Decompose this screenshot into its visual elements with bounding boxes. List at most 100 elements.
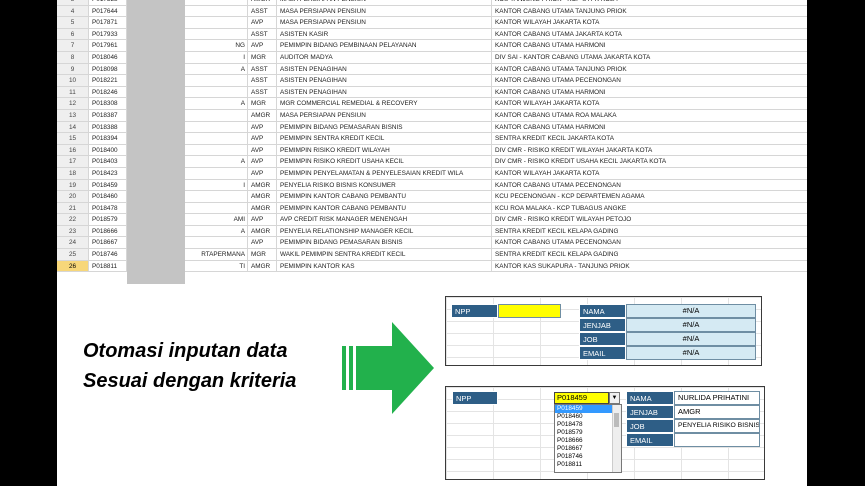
unit-cell[interactable]: KANTOR CABANG UTAMA ROA MALAKA [492, 110, 807, 122]
row-number[interactable]: 19 [57, 179, 89, 192]
npp-cell[interactable]: P018388 [89, 121, 127, 134]
row-number[interactable]: 20 [57, 191, 89, 203]
job-cell[interactable]: MGR COMMERCIAL REMEDIAL & RECOVERY [277, 98, 492, 110]
row-number[interactable]: 26 [57, 260, 89, 273]
job-cell[interactable]: ASISTEN KASIR [277, 28, 492, 41]
job-cell[interactable]: PEMIMPIN BIDANG PEMASARAN BISNIS [277, 237, 492, 250]
unit-cell[interactable]: DIV CMR - RISIKO KREDIT USAHA KECIL JAKA… [492, 156, 807, 168]
job-cell[interactable]: WAKIL PEMIMPIN SENTRA KREDIT KECIL [277, 249, 492, 261]
unit-cell[interactable]: KANTOR CABANG UTAMA TANJUNG PRIOK [492, 64, 807, 76]
unit-cell[interactable]: SENTRA KREDIT KECIL KELAPA GADING [492, 249, 807, 261]
unit-cell[interactable]: KANTOR KAS SUKAPURA - TANJUNG PRIOK [492, 261, 807, 273]
grade-cell[interactable]: AVP [248, 237, 277, 250]
row-number[interactable]: 16 [57, 144, 89, 157]
npp-cell[interactable]: P018667 [89, 237, 127, 250]
unit-cell[interactable]: KCU ROA MALAKA - KCP TUBAGUS ANGKE [492, 203, 807, 215]
grade-cell[interactable]: AVP [248, 144, 277, 157]
unit-cell[interactable]: KCU PECENONGAN - KCP DEPARTEMEN AGAMA [492, 191, 807, 203]
row-number[interactable]: 21 [57, 202, 89, 215]
job-cell[interactable]: PEMIMPIN PENYELAMATAN & PENYELESAIAN KRE… [277, 167, 492, 180]
row-number[interactable]: 10 [57, 75, 89, 87]
job-cell[interactable]: MASA PERSIAPAN PENSIUN [277, 17, 492, 29]
npp-cell[interactable]: P018098 [89, 63, 127, 76]
row-number[interactable]: 18 [57, 167, 89, 180]
npp-select[interactable]: P018459 [554, 392, 609, 404]
grade-cell[interactable]: AMGR [248, 202, 277, 215]
unit-cell[interactable]: KANTOR WILAYAH JAKARTA KOTA [492, 168, 807, 180]
npp-cell[interactable]: P018046 [89, 51, 127, 64]
unit-cell[interactable]: KANTOR CABANG UTAMA PECENONGAN [492, 237, 807, 250]
npp-cell[interactable]: P018811 [89, 260, 127, 273]
unit-cell[interactable]: KANTOR CABANG UTAMA HARMONI [492, 40, 807, 52]
job-cell[interactable]: PENYELIA RELATIONSHIP MANAGER KECIL [277, 225, 492, 238]
job-cell[interactable]: PEMIMPIN BIDANG PEMASARAN BISNIS [277, 121, 492, 134]
job-cell[interactable]: AVP CREDIT RISK MANAGER MENENGAH [277, 214, 492, 226]
row-number[interactable]: 23 [57, 225, 89, 238]
grade-cell[interactable]: MGR [248, 98, 277, 110]
npp-cell[interactable]: P018403 [89, 156, 127, 168]
npp-cell[interactable]: P018746 [89, 249, 127, 261]
grade-cell[interactable]: MGR [248, 249, 277, 261]
row-number[interactable]: 13 [57, 109, 89, 122]
row-number[interactable]: 8 [57, 51, 89, 64]
grade-cell[interactable]: AVP [248, 121, 277, 134]
unit-cell[interactable]: KANTOR CABANG UTAMA PECENONGAN [492, 75, 807, 87]
row-number[interactable]: 15 [57, 133, 89, 145]
unit-cell[interactable]: KANTOR CABANG UTAMA TANJUNG PRIOK [492, 6, 807, 18]
job-cell[interactable]: PENYELIA RISIKO BISNIS KONSUMER [277, 179, 492, 192]
job-cell[interactable]: ASISTEN PENAGIHAN [277, 63, 492, 76]
job-cell[interactable]: PEMIMPIN KANTOR CABANG PEMBANTU [277, 202, 492, 215]
job-cell[interactable]: PEMIMPIN RISIKO KREDIT USAHA KECIL [277, 156, 492, 168]
npp-cell[interactable]: P018400 [89, 144, 127, 157]
grade-cell[interactable]: AMGR [248, 179, 277, 192]
job-cell[interactable]: PEMIMPIN KANTOR KAS [277, 260, 492, 273]
unit-cell[interactable]: KANTOR CABANG UTAMA HARMONI [492, 122, 807, 134]
grade-cell[interactable]: AVP [248, 40, 277, 52]
npp-cell[interactable]: P017644 [89, 5, 127, 18]
job-cell[interactable]: MASA PERSIAPAN PENSIUN [277, 109, 492, 122]
unit-cell[interactable]: SENTRA KREDIT KECIL KELAPA GADING [492, 226, 807, 238]
row-number[interactable]: 7 [57, 40, 89, 52]
job-cell[interactable]: ASISTEN PENAGIHAN [277, 75, 492, 87]
npp-cell[interactable]: P017871 [89, 17, 127, 29]
row-number[interactable]: 25 [57, 249, 89, 261]
job-cell[interactable]: AUDITOR MADYA [277, 51, 492, 64]
npp-cell[interactable]: P018246 [89, 86, 127, 99]
grade-cell[interactable]: AMGR [248, 225, 277, 238]
row-number[interactable]: 11 [57, 86, 89, 99]
grade-cell[interactable]: MGR [248, 51, 277, 64]
npp-input[interactable] [498, 304, 561, 318]
grade-cell[interactable]: ASST [248, 28, 277, 41]
npp-cell[interactable]: P018387 [89, 109, 127, 122]
unit-cell[interactable]: KANTOR WILAYAH JAKARTA KOTA [492, 17, 807, 29]
grade-cell[interactable]: AVP [248, 214, 277, 226]
npp-cell[interactable]: P017961 [89, 40, 127, 52]
npp-cell[interactable]: P018478 [89, 202, 127, 215]
row-number[interactable]: 22 [57, 214, 89, 226]
npp-cell[interactable]: P018221 [89, 75, 127, 87]
grade-cell[interactable]: ASST [248, 63, 277, 76]
unit-cell[interactable]: DIV CMR - RISIKO KREDIT WILAYAH PETOJO [492, 214, 807, 226]
job-cell[interactable]: PEMIMPIN RISIKO KREDIT WILAYAH [277, 144, 492, 157]
job-cell[interactable]: MASA PERSIAPAN PENSIUN [277, 5, 492, 18]
job-cell[interactable]: ASISTEN PENAGIHAN [277, 86, 492, 99]
unit-cell[interactable]: KANTOR CABANG UTAMA HARMONI [492, 87, 807, 99]
row-number[interactable]: 9 [57, 63, 89, 76]
row-number[interactable]: 5 [57, 17, 89, 29]
npp-cell[interactable]: P018423 [89, 167, 127, 180]
row-number[interactable]: 4 [57, 5, 89, 18]
grade-cell[interactable]: ASST [248, 5, 277, 18]
row-number[interactable]: 24 [57, 237, 89, 250]
unit-cell[interactable]: KANTOR WILAYAH JAKARTA KOTA [492, 98, 807, 110]
npp-dropdown-list[interactable]: P018459 P018460 P018478 P018579 P018666 P0186… [554, 404, 622, 473]
grade-cell[interactable]: AMGR [248, 260, 277, 273]
unit-cell[interactable]: KANTOR CABANG UTAMA JAKARTA KOTA [492, 29, 807, 41]
unit-cell[interactable]: KANTOR CABANG UTAMA PECENONGAN [492, 180, 807, 192]
npp-cell[interactable]: P017933 [89, 28, 127, 41]
grade-cell[interactable]: ASST [248, 75, 277, 87]
npp-cell[interactable]: P018459 [89, 179, 127, 192]
grade-cell[interactable]: ASST [248, 86, 277, 99]
grade-cell[interactable]: AVP [248, 167, 277, 180]
grade-cell[interactable]: AMGR [248, 109, 277, 122]
grade-cell[interactable]: AVP [248, 156, 277, 168]
